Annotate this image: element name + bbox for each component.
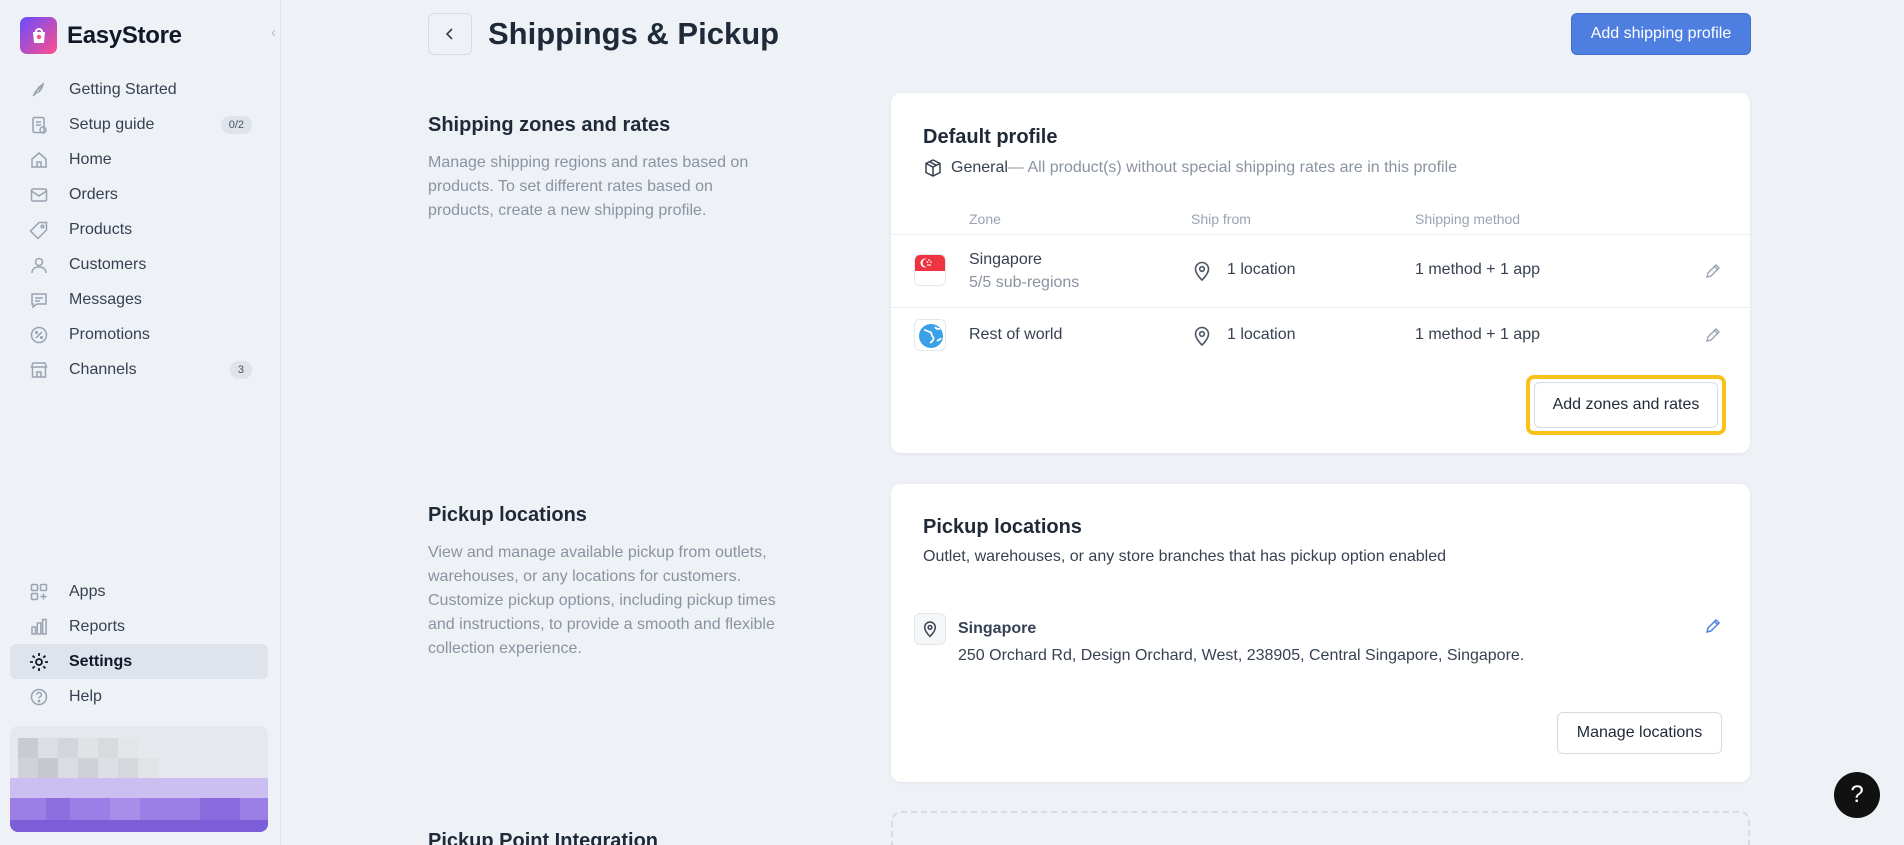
nav-label: Orders [69, 185, 118, 203]
pickup-card-subtitle: Outlet, warehouses, or any store branche… [923, 548, 1446, 565]
zone-subregions: 5/5 sub-regions [969, 274, 1080, 291]
nav-item-customers[interactable]: Customers [10, 247, 268, 282]
pickup-card-title: Pickup locations [923, 516, 1082, 538]
nav-label: Getting Started [69, 80, 177, 98]
gear-icon [28, 651, 50, 673]
pickup-locations-card: Pickup locations Outlet, warehouses, or … [891, 484, 1750, 782]
column-header-shipping-method: Shipping method [1415, 211, 1521, 227]
ship-from-count: 1 location [1227, 326, 1296, 343]
nav-label: Help [69, 687, 102, 705]
sidebar: EasyStore ‹ Getting Started Setup guide … [0, 0, 281, 845]
pickup-location-address: 250 Orchard Rd, Design Orchard, West, 23… [958, 647, 1525, 664]
page-title: Shippings & Pickup [488, 16, 780, 51]
bar-chart-icon [28, 616, 50, 638]
globe-icon [914, 319, 946, 351]
easystore-logo-icon [20, 17, 57, 54]
nav-item-products[interactable]: Products [10, 212, 268, 247]
home-icon [28, 149, 50, 171]
zone-name: Rest of world [969, 326, 1063, 343]
general-description: — All product(s) without special shippin… [1007, 159, 1458, 176]
nav-item-help[interactable]: Help [10, 679, 268, 714]
help-icon [28, 686, 50, 708]
add-shipping-profile-button[interactable]: Add shipping profile [1571, 13, 1751, 55]
store-account-switcher[interactable] [10, 726, 268, 832]
nav-label: Setup guide [69, 115, 155, 133]
nav-label: Products [69, 220, 133, 238]
discount-icon [28, 324, 50, 346]
setup-guide-badge: 0/2 [220, 115, 252, 134]
default-profile-card: Default profile General — All product(s)… [891, 93, 1750, 453]
nav-label: Channels [69, 360, 137, 378]
zone-name: Singapore [969, 251, 1042, 268]
nav-label: Promotions [69, 325, 150, 343]
rocket-icon [28, 79, 50, 101]
nav-item-channels[interactable]: Channels 3 [10, 352, 268, 387]
ship-from-count: 1 location [1227, 261, 1296, 278]
secondary-nav: Apps Reports Settings Help [10, 574, 268, 714]
nav-item-reports[interactable]: Reports [10, 609, 268, 644]
brand-name: EasyStore [67, 21, 182, 49]
nav-item-getting-started[interactable]: Getting Started [10, 72, 268, 107]
nav-label: Messages [69, 290, 142, 308]
back-button[interactable] [428, 13, 472, 55]
store-icon [28, 359, 50, 381]
nav-item-home[interactable]: Home [10, 142, 268, 177]
brand[interactable]: EasyStore [20, 17, 182, 54]
edit-pencil-icon[interactable] [1704, 262, 1722, 280]
edit-pencil-icon[interactable] [1704, 326, 1722, 344]
user-icon [28, 254, 50, 276]
pickup-section-title: Pickup locations [428, 504, 587, 526]
location-pin-icon [1194, 261, 1210, 282]
column-header-zone: Zone [969, 211, 1001, 227]
shipping-section-description: Manage shipping regions and rates based … [428, 154, 749, 219]
shipping-method-summary: 1 method + 1 app [1415, 326, 1540, 343]
nav-label: Reports [69, 617, 126, 635]
default-profile-title: Default profile [923, 126, 1058, 148]
tag-icon [28, 219, 50, 241]
chevron-left-icon [445, 28, 453, 40]
shipping-method-summary: 1 method + 1 app [1415, 261, 1540, 278]
apps-icon [28, 581, 50, 603]
add-zones-and-rates-button[interactable]: Add zones and rates [1534, 382, 1718, 428]
pickup-section-description: View and manage available pickup from ou… [428, 544, 776, 657]
help-chat-button[interactable]: ? [1834, 772, 1880, 818]
manage-locations-button[interactable]: Manage locations [1557, 712, 1722, 754]
nav-label: Apps [69, 582, 106, 600]
nav-label: Home [69, 150, 112, 168]
nav-item-setup-guide[interactable]: Setup guide 0/2 [10, 107, 268, 142]
checklist-icon [28, 114, 50, 136]
nav-item-apps[interactable]: Apps [10, 574, 268, 609]
general-label: General [951, 159, 1008, 176]
pickup-point-placeholder [891, 811, 1750, 845]
location-pin-icon [1194, 326, 1210, 347]
nav-label: Settings [69, 652, 133, 670]
box-icon [925, 159, 941, 177]
nav-item-promotions[interactable]: Promotions [10, 317, 268, 352]
pickup-point-section-title: Pickup Point Integration [428, 830, 659, 845]
inbox-icon [28, 184, 50, 206]
row-divider [891, 234, 1750, 235]
pickup-location-name: Singapore [958, 620, 1037, 637]
nav-item-orders[interactable]: Orders [10, 177, 268, 212]
row-divider [891, 307, 1750, 308]
nav-label: Customers [69, 255, 147, 273]
location-pin-icon [914, 613, 946, 645]
general-profile-line: General — All product(s) without special… [923, 158, 1457, 178]
singapore-flag-icon [914, 254, 946, 286]
channels-badge: 3 [229, 360, 252, 379]
shipping-section-title: Shipping zones and rates [428, 114, 671, 136]
nav-item-messages[interactable]: Messages [10, 282, 268, 317]
nav-item-settings[interactable]: Settings [10, 644, 268, 679]
edit-pencil-icon[interactable] [1704, 617, 1722, 635]
collapse-sidebar-icon[interactable]: ‹ [271, 24, 276, 41]
chat-icon [28, 289, 50, 311]
column-header-ship-from: Ship from [1191, 211, 1251, 227]
main-nav: Getting Started Setup guide 0/2 Home Ord… [10, 72, 268, 387]
